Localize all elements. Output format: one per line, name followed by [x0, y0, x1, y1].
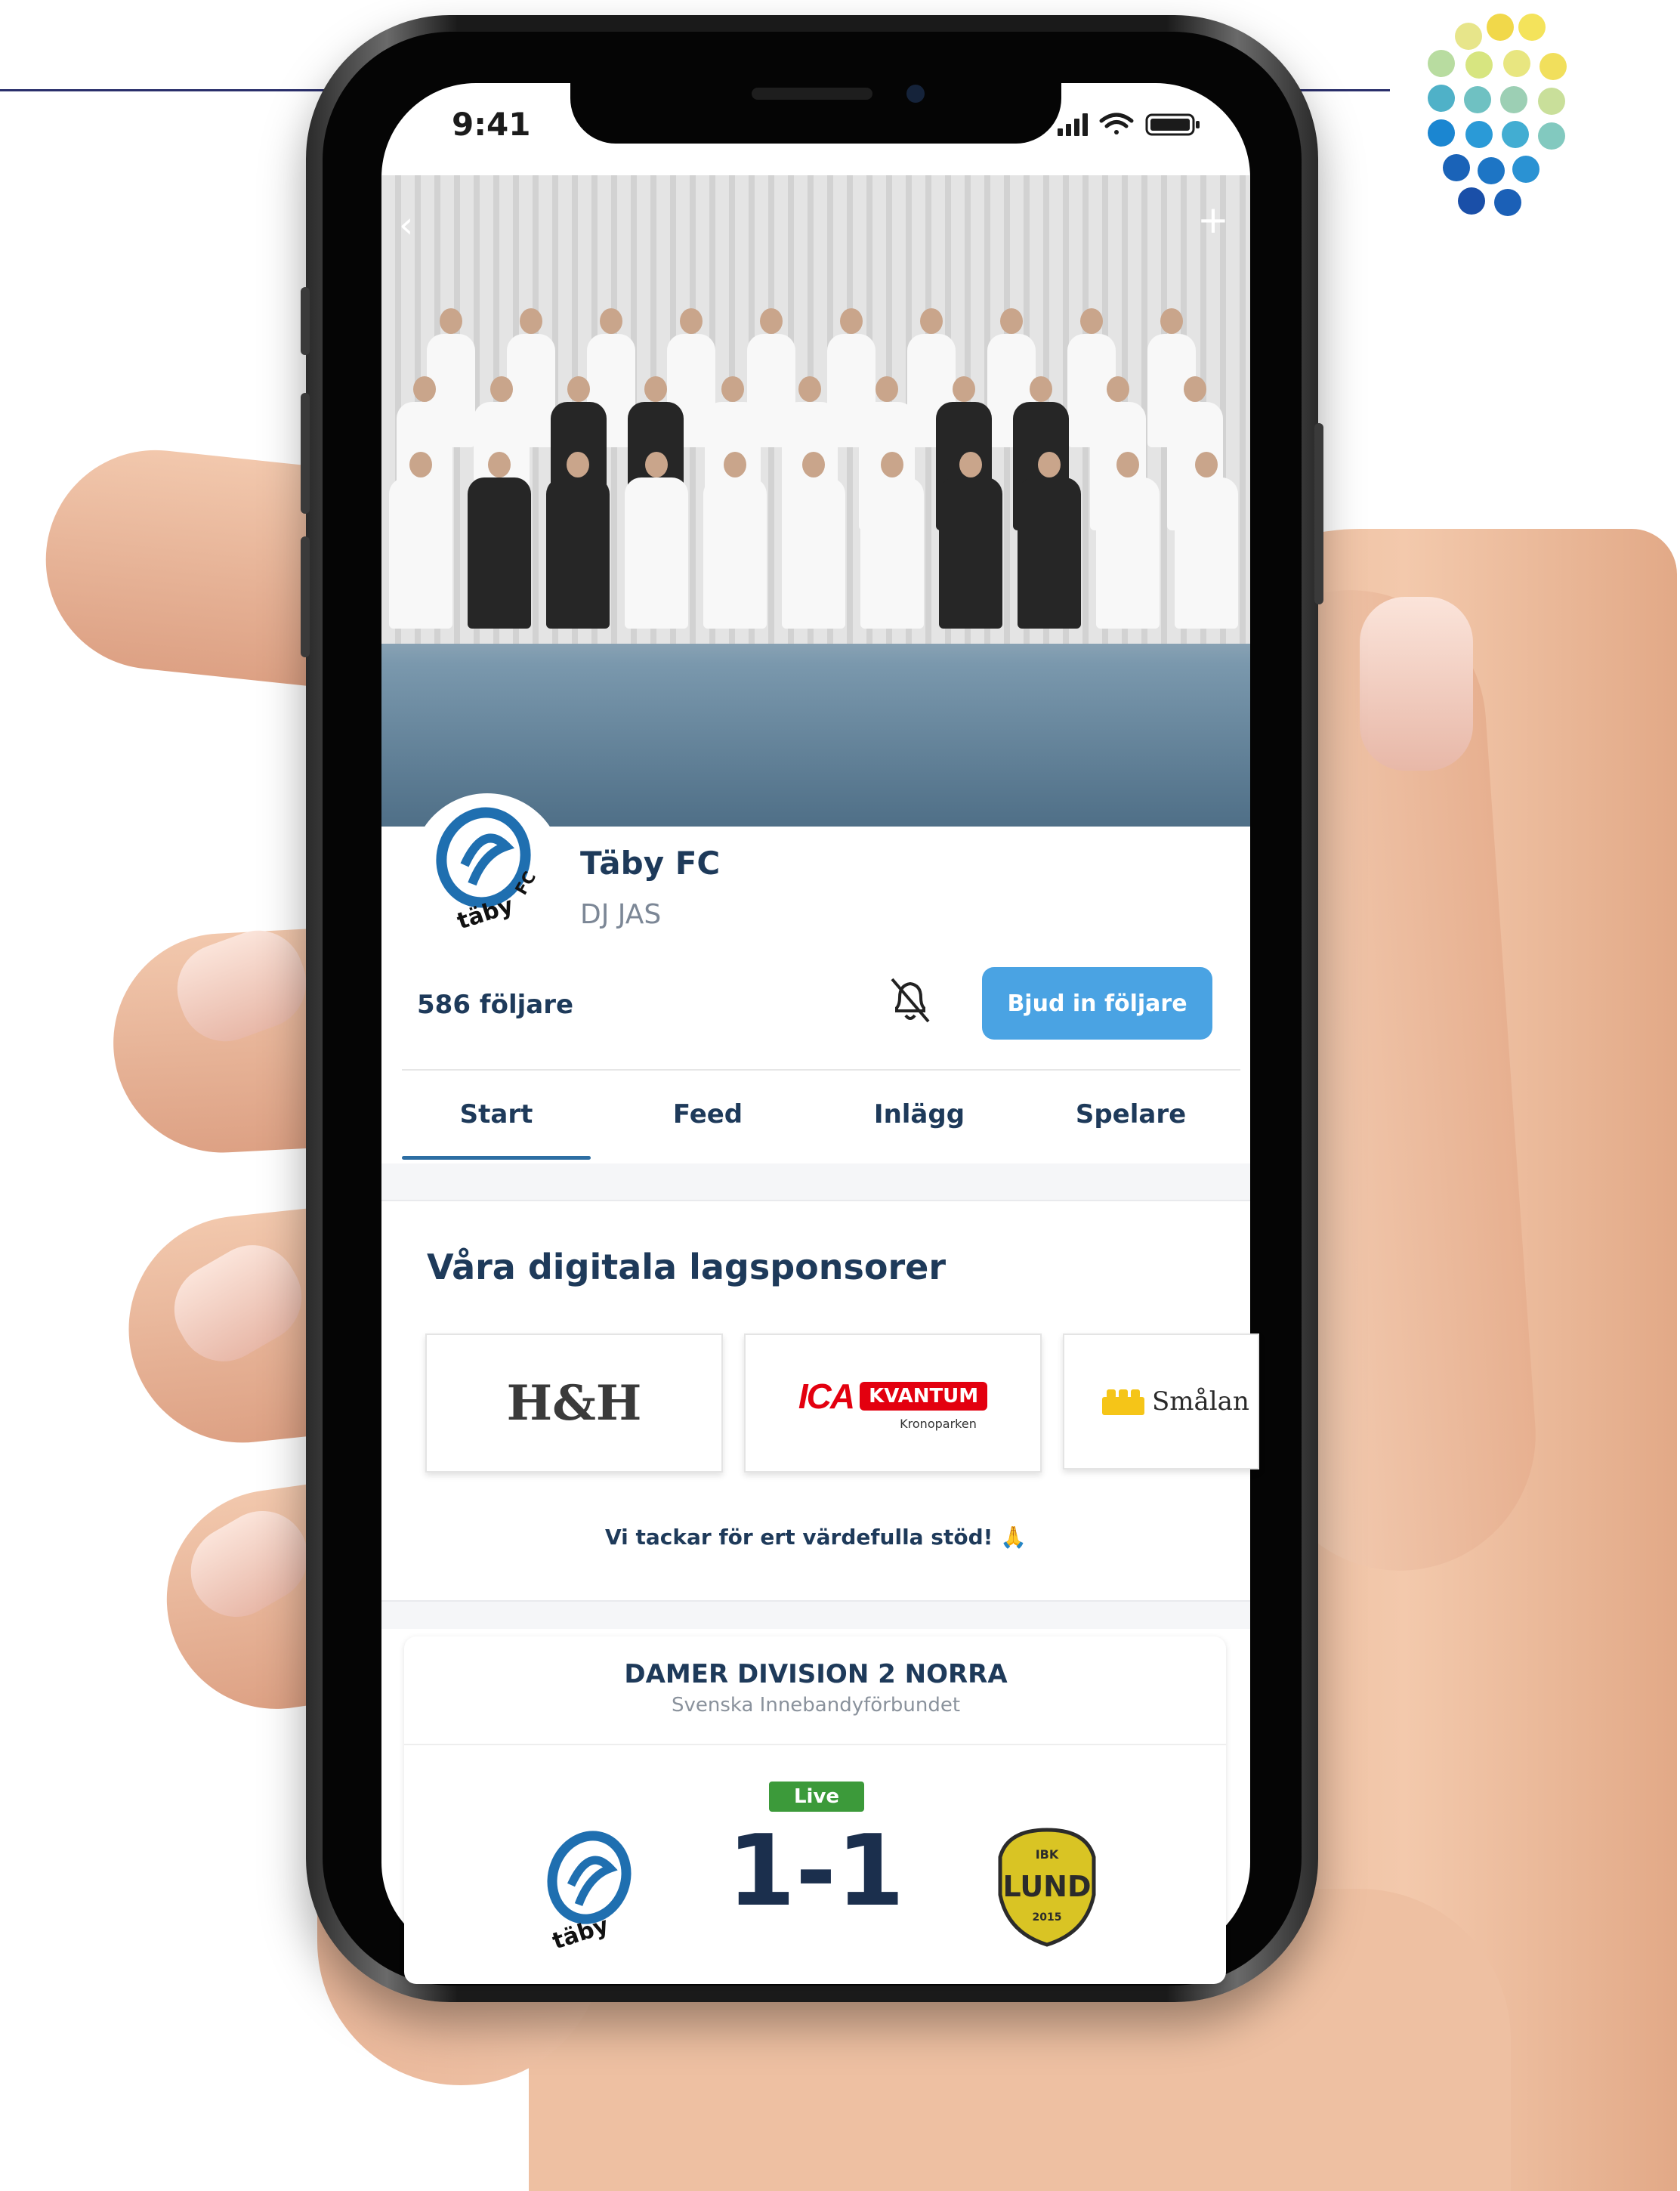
player-head	[1195, 452, 1218, 477]
player-head	[959, 452, 982, 477]
tab-spelare[interactable]: Spelare	[1055, 1099, 1206, 1129]
player-head	[1184, 376, 1206, 402]
player-figure	[546, 477, 610, 629]
lego-brick-icon	[1102, 1389, 1144, 1415]
svg-text:2015: 2015	[1033, 1911, 1062, 1924]
invite-followers-button[interactable]: Bjud in följare	[982, 967, 1212, 1040]
tabs-divider	[402, 1069, 1240, 1071]
player-head	[1080, 308, 1103, 334]
team-subtitle: DJ JAS	[580, 899, 662, 930]
mute-switch	[301, 287, 310, 355]
player-head	[1000, 308, 1023, 334]
player-head	[840, 308, 863, 334]
player-head	[409, 452, 432, 477]
player-figure	[1018, 477, 1081, 629]
player-figure	[939, 477, 1002, 629]
player-figure	[703, 477, 767, 629]
player-head	[440, 308, 462, 334]
battery-icon	[1145, 113, 1200, 136]
tab-feed[interactable]: Feed	[632, 1099, 783, 1129]
phone-speaker	[752, 88, 872, 100]
player-head	[724, 452, 746, 477]
sponsor-card-ica[interactable]: ICA KVANTUM Kronoparken	[744, 1333, 1042, 1473]
player-figure	[1096, 477, 1160, 629]
player-figure	[389, 477, 452, 629]
plus-icon[interactable]: +	[1197, 198, 1229, 242]
player-head	[567, 376, 590, 402]
tab-start[interactable]: Start	[421, 1099, 572, 1129]
brand-dots-logo	[1428, 14, 1609, 218]
sponsor-logo-smaland: Smålan	[1152, 1386, 1249, 1417]
match-card-divider	[404, 1744, 1226, 1745]
player-head	[802, 452, 825, 477]
bell-off-icon[interactable]	[888, 975, 933, 1028]
volume-up-button	[301, 393, 310, 514]
status-icons	[1058, 113, 1200, 136]
section-separator	[381, 1163, 1250, 1201]
wifi-icon	[1099, 113, 1134, 134]
power-button	[1314, 423, 1323, 604]
player-head	[798, 376, 821, 402]
player-head	[1160, 308, 1183, 334]
player-head	[645, 452, 668, 477]
sponsor-logo-hh: H&H	[506, 1374, 642, 1432]
active-tab-indicator	[402, 1156, 591, 1160]
follower-count[interactable]: 586 följare	[417, 990, 573, 1020]
sponsor-logo-ica: ICA	[798, 1376, 855, 1416]
svg-text:IBK: IBK	[1036, 1847, 1059, 1862]
match-federation: Svenska Innebandyförbundet	[671, 1694, 961, 1717]
page-title: Täby FC	[580, 845, 721, 882]
player-head	[953, 376, 975, 402]
volume-down-button	[301, 536, 310, 657]
player-head	[760, 308, 783, 334]
sponsor-card-hh[interactable]: H&H	[425, 1333, 723, 1473]
player-figure	[782, 477, 845, 629]
sponsor-card-smaland[interactable]: Smålan	[1063, 1333, 1259, 1469]
away-team-logo: IBK LUND 2015	[998, 1828, 1096, 1947]
svg-text:LUND: LUND	[1002, 1870, 1091, 1903]
chevron-left-icon[interactable]: ‹	[399, 204, 413, 246]
player-head	[644, 376, 667, 402]
team-logo: täby FC	[412, 793, 563, 944]
player-head	[413, 376, 436, 402]
thumbnail	[1360, 597, 1473, 771]
team-photo	[381, 175, 1250, 827]
player-head	[680, 308, 703, 334]
sponsor-badge-kvantum: KVANTUM	[860, 1381, 988, 1411]
sponsors-thanks: Vi tackar för ert värdefulla stöd! 🙏	[604, 1525, 1027, 1550]
player-head	[881, 452, 903, 477]
player-figure	[1175, 477, 1238, 629]
player-head	[567, 452, 589, 477]
status-time: 9:41	[452, 106, 531, 143]
player-figure	[468, 477, 531, 629]
player-head	[876, 376, 898, 402]
player-head	[721, 376, 744, 402]
live-badge: Live	[769, 1782, 864, 1812]
tab-inlagg[interactable]: Inlägg	[844, 1099, 995, 1129]
sponsor-location: Kronoparken	[900, 1416, 977, 1431]
player-head	[490, 376, 513, 402]
home-team-logo: täby	[547, 1831, 632, 1953]
phone-camera	[906, 85, 925, 103]
sponsors-title: Våra digitala lagsponsorer	[427, 1247, 947, 1287]
player-head	[600, 308, 622, 334]
player-head	[520, 308, 542, 334]
match-score: 1-1	[727, 1813, 905, 1928]
player-figure	[860, 477, 924, 629]
player-head	[1116, 452, 1139, 477]
section-separator	[381, 1600, 1250, 1629]
player-head	[1030, 376, 1052, 402]
player-figure	[625, 477, 688, 629]
match-league: DAMER DIVISION 2 NORRA	[624, 1659, 1008, 1689]
signal-icon	[1058, 113, 1088, 136]
player-head	[1107, 376, 1129, 402]
player-head	[920, 308, 943, 334]
player-head	[488, 452, 511, 477]
player-head	[1038, 452, 1061, 477]
